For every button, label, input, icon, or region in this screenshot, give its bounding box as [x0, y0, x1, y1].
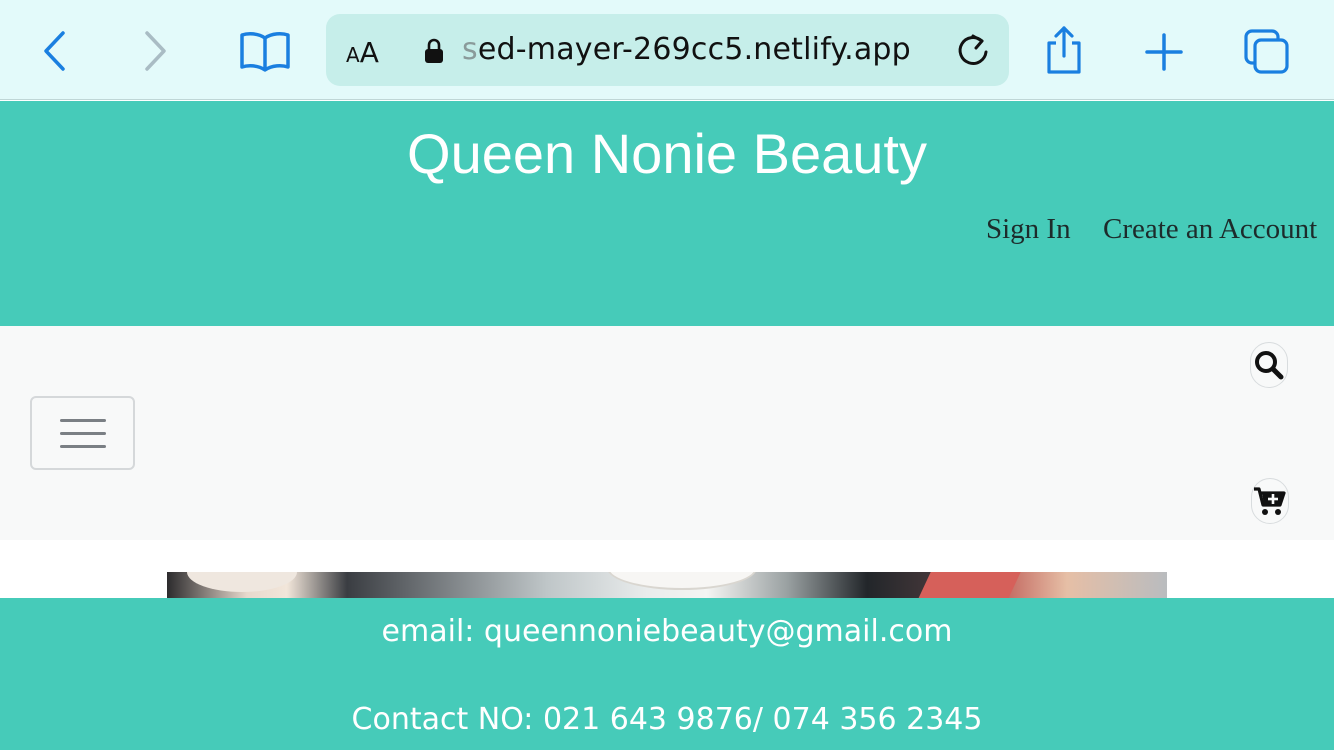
sign-in-link[interactable]: Sign In [986, 213, 1071, 246]
text-size-button[interactable]: AA [346, 36, 379, 69]
address-bar[interactable]: AA sed-mayer-269cc5.netlify.app [326, 14, 1009, 86]
share-icon[interactable] [1042, 24, 1086, 76]
cart-button[interactable] [1251, 478, 1289, 524]
url-text[interactable]: sed-mayer-269cc5.netlify.app [462, 32, 911, 67]
site-footer: email: queennoniebeauty@gmail.com Contac… [0, 598, 1334, 750]
navbar [0, 326, 1334, 540]
site-header: Queen Nonie Beauty Sign In Create an Acc… [0, 101, 1334, 326]
back-icon[interactable] [34, 28, 74, 74]
cart-plus-icon [1254, 487, 1286, 515]
new-tab-icon[interactable] [1144, 32, 1184, 72]
tabs-icon[interactable] [1243, 28, 1291, 76]
lock-icon [424, 38, 444, 69]
browser-toolbar: AA sed-mayer-269cc5.netlify.app [0, 0, 1334, 100]
create-account-link[interactable]: Create an Account [1103, 213, 1317, 246]
search-icon [1255, 351, 1284, 380]
footer-email: email: queennoniebeauty@gmail.com [381, 614, 953, 649]
site-title: Queen Nonie Beauty [407, 122, 927, 185]
reload-icon[interactable] [956, 32, 990, 73]
menu-icon [59, 418, 106, 422]
hero-image [167, 572, 1167, 598]
footer-contact: Contact NO: 021 643 9876/ 074 356 2345 [351, 702, 983, 737]
bookmarks-icon[interactable] [238, 28, 292, 74]
menu-toggle-button[interactable] [30, 396, 135, 470]
forward-icon[interactable] [136, 28, 176, 74]
search-button[interactable] [1250, 342, 1288, 388]
